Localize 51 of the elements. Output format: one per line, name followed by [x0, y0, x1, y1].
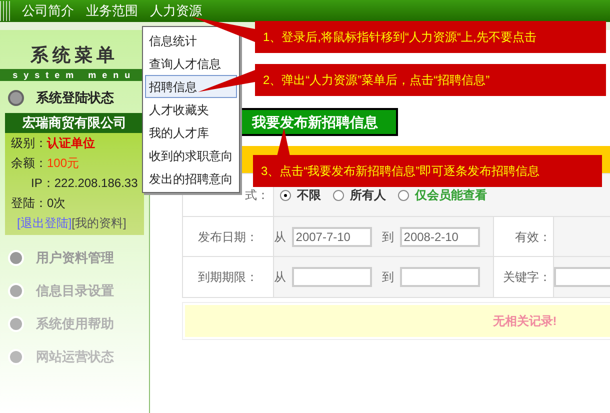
- field-value: 222.208.186.33: [54, 175, 138, 192]
- field-value: 认证单位: [47, 135, 95, 152]
- radio-label: 仅会员能查看: [414, 187, 487, 204]
- menu-item[interactable]: 招聘信息: [145, 75, 237, 98]
- field-label: 式：: [244, 187, 269, 204]
- profile-link[interactable]: [退出登陆]: [17, 213, 72, 233]
- field-value: 0次: [47, 195, 66, 212]
- bullet-icon: [8, 348, 24, 364]
- field-value: 100元: [47, 155, 80, 172]
- keyword-field[interactable]: [554, 267, 610, 287]
- callout-pointer: [198, 70, 255, 92]
- callout-pointer: [277, 128, 290, 156]
- date-field[interactable]: 2007-7-10: [292, 226, 372, 246]
- callout-note: 3、点击“我要发布新招聘信息”即可逐条发布招聘信息: [253, 155, 602, 187]
- field-label: 登陆：: [11, 195, 47, 212]
- nav-link[interactable]: 业务范围: [86, 1, 138, 21]
- menu-item[interactable]: 信息统计: [145, 29, 237, 52]
- empty-message: 无相关记录!: [492, 313, 557, 330]
- radio-button[interactable]: [332, 190, 344, 200]
- date-field[interactable]: 2008-2-10: [400, 226, 480, 246]
- field-label: 从: [274, 228, 286, 246]
- profile-link[interactable]: [我的资料]: [72, 213, 126, 233]
- radio-label: 不限: [296, 187, 321, 204]
- nav-link[interactable]: 公司简介: [22, 1, 74, 21]
- menu-item[interactable]: 收到的求职意向: [145, 144, 237, 167]
- radio-button[interactable]: [280, 190, 291, 200]
- sidebar-menu-item[interactable]: 用户资料管理: [36, 248, 114, 268]
- status-icon: [8, 90, 24, 106]
- field-label: 关键字：: [502, 269, 551, 286]
- company-name: 宏瑞商贸有限公司: [5, 113, 144, 133]
- field-label: 级别：: [11, 135, 47, 152]
- nav-link[interactable]: 人力资源: [150, 1, 202, 21]
- sidebar-title: 系统菜单: [29, 44, 120, 67]
- bullet-icon: [8, 316, 24, 332]
- radio-button[interactable]: [398, 190, 409, 200]
- menu-item[interactable]: 发出的招聘意向: [145, 167, 237, 190]
- field-label: 到期期限：: [198, 269, 258, 286]
- field-label: 从: [274, 269, 286, 286]
- grid-logo-icon: [0, 1, 10, 21]
- field-label: 到: [382, 228, 394, 246]
- bullet-icon: [8, 282, 24, 298]
- radio-label: 所有人: [350, 187, 386, 204]
- bullet-icon: [8, 250, 24, 266]
- date-field[interactable]: [400, 267, 480, 287]
- field-label: 有效：: [514, 228, 551, 246]
- status-heading: 系统登陆状态: [36, 89, 114, 108]
- field-label: 余额：: [11, 155, 47, 172]
- date-field[interactable]: [292, 267, 372, 287]
- field-label: IP：: [30, 175, 54, 192]
- field-label: 发布日期：: [198, 228, 258, 246]
- field-label: 到: [382, 269, 394, 286]
